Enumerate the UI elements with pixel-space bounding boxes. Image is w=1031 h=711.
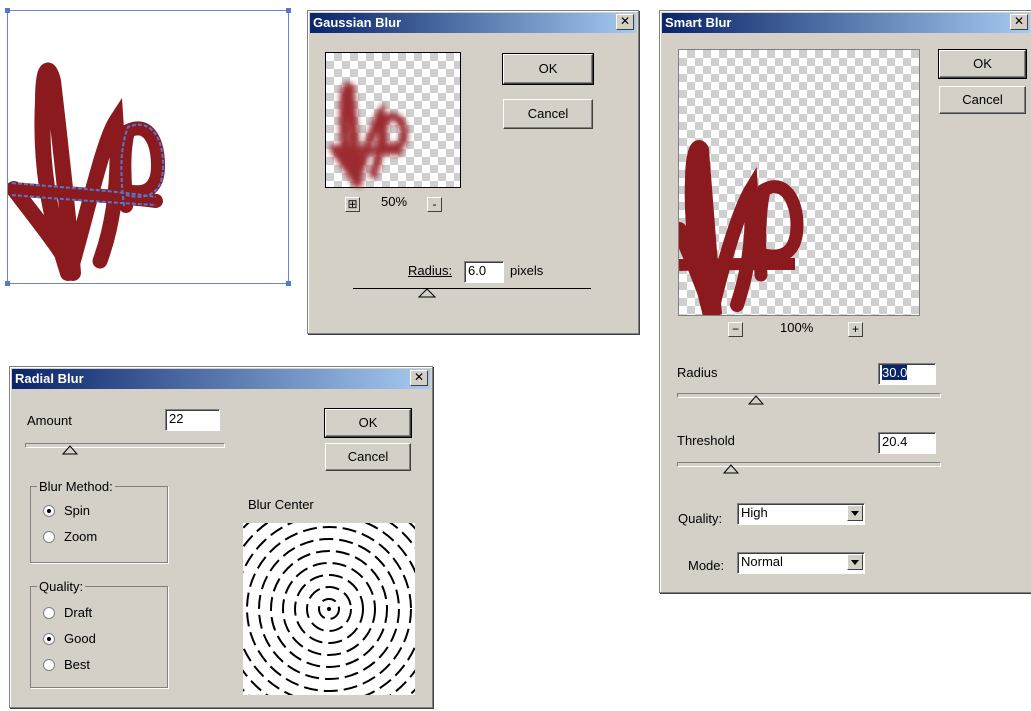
smart-title: Smart Blur	[662, 13, 1030, 33]
radial-amount-slider[interactable]	[25, 443, 225, 448]
chevron-down-icon[interactable]	[847, 505, 863, 521]
zoom-out-icon[interactable]: -	[427, 197, 442, 212]
slider-thumb-icon[interactable]	[748, 395, 764, 405]
smart-threshold-input[interactable]: 20.4	[878, 432, 936, 454]
canvas-artboard[interactable]	[5, 8, 291, 286]
close-icon[interactable]: ✕	[616, 14, 634, 30]
smart-quality-select[interactable]: High	[737, 503, 865, 525]
blur-center-pattern	[243, 523, 415, 695]
slider-thumb-icon[interactable]	[62, 445, 78, 455]
radio-spin-label[interactable]: Spin	[64, 503, 90, 518]
blur-center-label: Blur Center	[248, 497, 314, 512]
radio-draft-label[interactable]: Draft	[64, 605, 92, 620]
smart-quality-label: Quality:	[678, 511, 723, 526]
radio-zoom-label[interactable]: Zoom	[64, 529, 97, 544]
selection-handle-tr[interactable]	[286, 8, 291, 13]
slider-thumb-icon[interactable]	[418, 288, 436, 298]
slider-thumb-icon[interactable]	[723, 464, 739, 474]
smart-cancel-button[interactable]: Cancel	[939, 86, 1026, 114]
quality-group: Quality: Draft Good Best	[30, 579, 168, 688]
radio-best-label[interactable]: Best	[64, 657, 90, 672]
smart-mode-label: Mode:	[688, 558, 725, 573]
gaussian-zoom-level: 50%	[381, 194, 408, 209]
selection-handle-bl[interactable]	[5, 281, 10, 286]
radial-amount-label: Amount	[27, 413, 72, 428]
gaussian-radius-slider[interactable]	[353, 288, 591, 289]
selection-handle-br[interactable]	[286, 281, 291, 286]
radio-best[interactable]	[43, 659, 55, 671]
radio-good-label[interactable]: Good	[64, 631, 96, 646]
zoom-in-icon[interactable]: +	[848, 322, 863, 337]
selection-handle-tl[interactable]	[5, 8, 10, 13]
zoom-out-icon[interactable]: −	[728, 322, 743, 337]
radial-title: Radial Blur	[12, 369, 430, 389]
smart-ok-button[interactable]: OK	[938, 49, 1027, 79]
ap-artwork	[8, 62, 166, 281]
smart-radius-slider[interactable]	[677, 393, 941, 398]
smart-radius-label: Radius	[677, 365, 718, 380]
smart-zoom-level: 100%	[780, 320, 814, 335]
gaussian-blur-dialog: Gaussian Blur ✕ ⊞ 50% - OK Cancel Radius…	[307, 10, 639, 334]
radio-zoom[interactable]	[43, 531, 55, 543]
gaussian-title: Gaussian Blur	[310, 13, 636, 33]
gaussian-units-label: pixels	[510, 263, 544, 278]
blur-method-legend: Blur Method:	[37, 479, 115, 494]
gaussian-cancel-button[interactable]: Cancel	[503, 99, 593, 129]
radial-amount-input[interactable]: 22	[165, 409, 220, 431]
radio-draft[interactable]	[43, 607, 55, 619]
radial-ok-button[interactable]: OK	[324, 408, 412, 438]
chevron-down-icon[interactable]	[847, 554, 863, 570]
zoom-in-icon[interactable]: ⊞	[345, 197, 360, 212]
radial-cancel-button[interactable]: Cancel	[325, 443, 411, 471]
smart-mode-value: Normal	[741, 554, 783, 569]
close-icon[interactable]: ✕	[410, 370, 428, 386]
smart-preview-art	[679, 140, 804, 315]
smart-preview[interactable]	[678, 49, 920, 316]
blurred-preview-art	[329, 82, 409, 187]
radio-spin[interactable]	[43, 505, 55, 517]
smart-quality-value: High	[741, 505, 768, 520]
gaussian-radius-label: Radius:	[408, 263, 453, 278]
quality-legend: Quality:	[37, 579, 86, 594]
radial-blur-dialog: Radial Blur ✕ Amount 22 OK Cancel Blur M…	[9, 366, 433, 708]
blur-center-preview[interactable]	[243, 523, 415, 695]
gaussian-ok-button[interactable]: OK	[502, 53, 594, 85]
smart-blur-dialog: Smart Blur ✕ − 100% + OK Cancel Radius 3…	[659, 10, 1031, 593]
gaussian-preview[interactable]	[325, 52, 461, 188]
smart-radius-value: 30.0	[882, 365, 908, 380]
radio-good[interactable]	[43, 633, 55, 645]
blur-method-group: Blur Method: Spin Zoom	[30, 479, 168, 563]
close-icon[interactable]: ✕	[1010, 14, 1028, 30]
smart-radius-input[interactable]: 30.0	[878, 363, 936, 385]
smart-threshold-label: Threshold	[677, 433, 735, 448]
smart-mode-select[interactable]: Normal	[737, 552, 865, 574]
gaussian-radius-input[interactable]: 6.0	[464, 261, 504, 283]
smart-threshold-slider[interactable]	[677, 462, 941, 467]
